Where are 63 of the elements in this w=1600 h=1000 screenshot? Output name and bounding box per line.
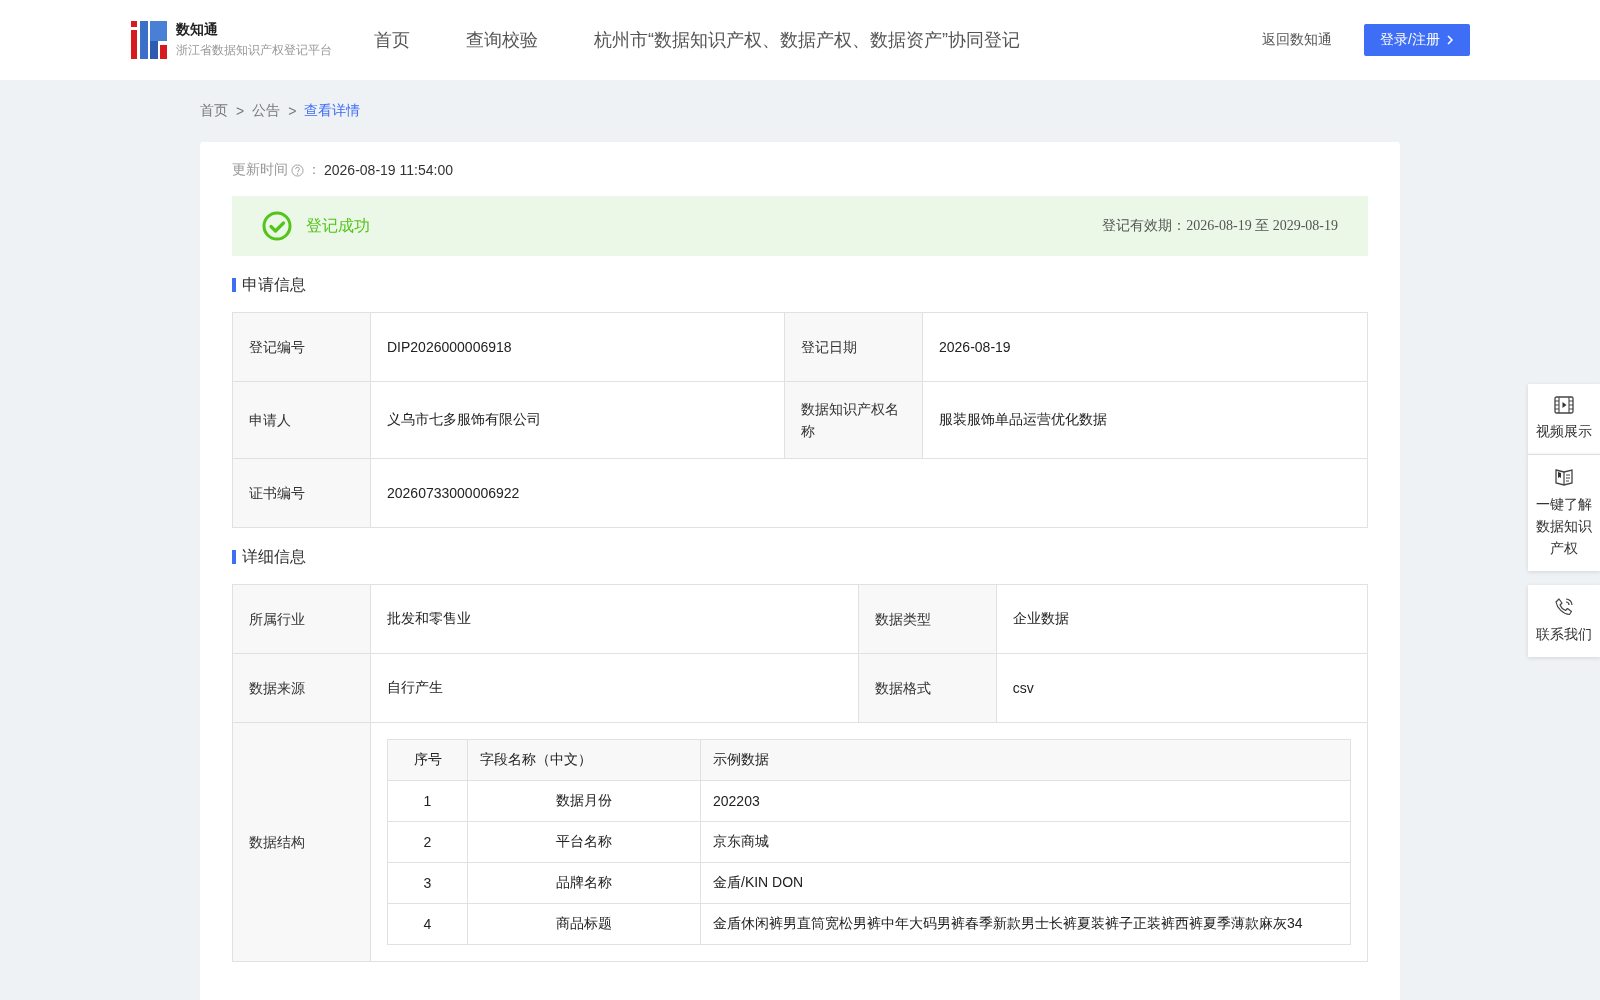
field-value: 企业数据	[996, 584, 1368, 654]
field-value: DIP2026000006918	[370, 312, 785, 382]
update-label: 更新时间	[232, 161, 288, 179]
section-title: 详细信息	[232, 550, 1368, 564]
chevron-icon	[1446, 35, 1454, 45]
status-text: 登记成功	[306, 215, 370, 236]
field-value: 服装服饰单品运营优化数据	[922, 381, 1368, 459]
table-cell: 商品标题	[467, 903, 701, 945]
colon: ：	[307, 161, 321, 179]
field-value: 20260733000006922	[370, 458, 1368, 528]
nav-link[interactable]: 查询校验	[466, 28, 538, 52]
column-header: 示例数据	[700, 739, 1351, 781]
field-value: csv	[996, 653, 1368, 723]
field-label: 数据类型	[858, 584, 997, 654]
field-label: 登记编号	[232, 312, 371, 382]
table-cell: 平台名称	[467, 821, 701, 863]
brand-name: 数知通	[176, 21, 219, 39]
book-icon	[1554, 467, 1574, 487]
brand-subtitle: 浙江省数据知识产权登记平台	[176, 42, 332, 59]
back-link[interactable]: 返回数知通	[1262, 31, 1333, 49]
field-value: 义乌市七多服饰有限公司	[370, 381, 785, 459]
update-time: 2026-08-19 11:54:00	[324, 162, 453, 178]
column-header: 字段名称（中文）	[467, 739, 701, 781]
breadcrumb-separator: >	[288, 103, 297, 119]
validity-period: 登记有效期：2026-08-19 至 2029-08-19	[1102, 217, 1338, 235]
field-label: 申请人	[232, 381, 371, 459]
field-label: 证书编号	[232, 458, 371, 528]
table-cell: 数据月份	[467, 780, 701, 822]
table-cell: 4	[387, 903, 468, 945]
field-label: 数据知识产权名称	[784, 381, 923, 459]
help-icon	[291, 163, 304, 177]
table-cell: 3	[387, 862, 468, 904]
field-label: 所属行业	[232, 584, 371, 654]
column-header: 序号	[387, 739, 468, 781]
breadcrumb-link[interactable]: 查看详情	[304, 102, 361, 120]
side-button[interactable]: 一键了解数据知识产权	[1528, 454, 1600, 571]
phone-icon	[1554, 597, 1574, 617]
table-cell: 金盾/KIN DON	[700, 862, 1351, 904]
table-cell: 金盾休闲裤男直筒宽松男裤中年大码男裤春季新款男士长裤夏装裤子正装裤西裤夏季薄款麻灰34	[700, 903, 1351, 945]
film-icon	[1554, 396, 1574, 414]
field-value: 2026-08-19	[922, 312, 1368, 382]
breadcrumb-separator: >	[236, 103, 245, 119]
side-button[interactable]: 联系我们	[1528, 585, 1600, 657]
breadcrumb-link[interactable]: 公告	[252, 102, 281, 120]
check-circle-icon	[262, 211, 292, 241]
side-button[interactable]: 视频展示	[1528, 384, 1600, 454]
nav-link[interactable]: 首页	[374, 28, 410, 52]
table-cell: 202203	[700, 780, 1351, 822]
field-value: 自行产生	[370, 653, 859, 723]
nav-link[interactable]: 杭州市“数据知识产权、数据产权、数据资产”协同登记	[594, 28, 1020, 52]
table-cell: 京东商城	[700, 821, 1351, 863]
field-label: 数据格式	[858, 653, 997, 723]
field-label: 数据来源	[232, 653, 371, 723]
logo-icon	[131, 21, 167, 59]
table-cell: 1	[387, 780, 468, 822]
table-cell: 品牌名称	[467, 862, 701, 904]
field-label: 登记日期	[784, 312, 923, 382]
section-title: 申请信息	[232, 278, 1368, 292]
field-label: 数据结构	[232, 722, 371, 962]
login-button[interactable]: 登录/注册	[1364, 24, 1470, 56]
field-value: 批发和零售业	[370, 584, 859, 654]
breadcrumb-link[interactable]: 首页	[200, 102, 228, 120]
table-cell: 2	[387, 821, 468, 863]
